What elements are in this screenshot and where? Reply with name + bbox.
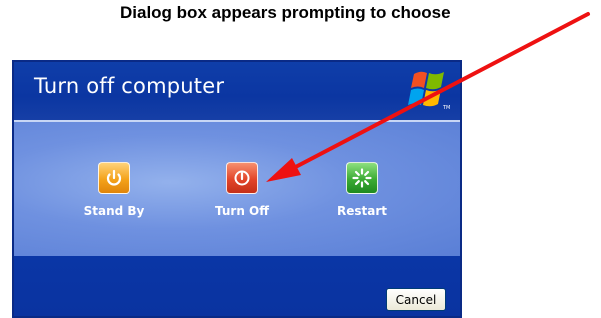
page-caption: Dialog box appears prompting to choose (120, 3, 451, 22)
windows-xp-flag-icon: TM (408, 71, 450, 111)
restart-icon[interactable] (346, 162, 378, 194)
dialog-footer: Cancel (14, 256, 460, 316)
cancel-button[interactable]: Cancel (386, 288, 446, 311)
turn-off-computer-dialog: Turn off computer TM Stand By Turn Off R… (12, 60, 462, 318)
turn-off-option[interactable]: Turn Off (194, 162, 290, 218)
restart-label: Restart (336, 204, 387, 218)
dialog-title-bar: Turn off computer TM (14, 62, 460, 122)
restart-option[interactable]: Restart (314, 162, 410, 218)
stand-by-option[interactable]: Stand By (66, 162, 162, 218)
turn-off-label: Turn Off (215, 204, 269, 218)
dialog-options-area: Stand By Turn Off Restart (14, 122, 460, 256)
stand-by-label: Stand By (83, 204, 145, 218)
svg-text:TM: TM (442, 105, 450, 111)
power-icon[interactable] (226, 162, 258, 194)
standby-power-icon[interactable] (98, 162, 130, 194)
dialog-title: Turn off computer (34, 74, 225, 98)
